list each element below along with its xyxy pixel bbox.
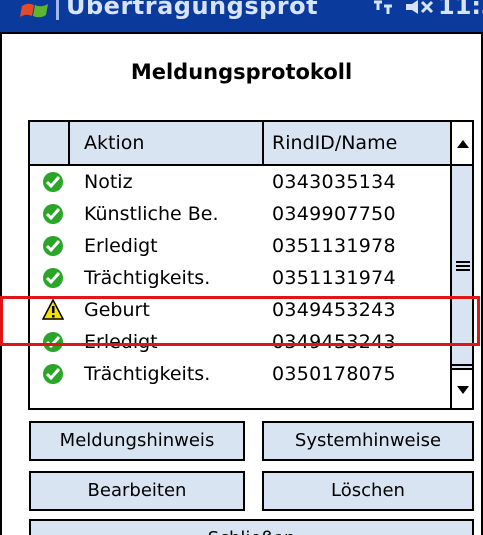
network-icon[interactable] bbox=[372, 0, 394, 20]
check-ok-icon bbox=[43, 268, 63, 288]
row-aktion: Erledigt bbox=[84, 331, 158, 353]
column-header-rind[interactable]: RindID/Name bbox=[264, 122, 450, 164]
list-rows: Notiz 0343035134 Künstliche Be. 03499077… bbox=[30, 166, 450, 390]
row-aktion: Geburt bbox=[84, 299, 150, 321]
row-aktion: Künstliche Be. bbox=[84, 203, 219, 225]
grip-icon bbox=[456, 261, 470, 271]
arrow-up-icon bbox=[457, 140, 469, 148]
warning-icon bbox=[42, 299, 64, 320]
scrollbar-thumb[interactable] bbox=[452, 166, 472, 366]
row-rind-id: 0351131974 bbox=[272, 267, 396, 289]
check-ok-icon bbox=[43, 172, 63, 192]
window-title: Übertragungsprot bbox=[66, 0, 319, 20]
column-header-status[interactable] bbox=[30, 122, 70, 164]
list-header: Aktion RindID/Name bbox=[30, 122, 450, 166]
vertical-scrollbar[interactable] bbox=[450, 122, 472, 408]
message-log-list[interactable]: Aktion RindID/Name Notiz 0343035134 Küns… bbox=[28, 120, 474, 410]
volume-muted-icon[interactable] bbox=[404, 0, 438, 20]
list-row[interactable]: Geburt 0349453243 bbox=[30, 294, 450, 326]
clock-time[interactable]: 11:35 bbox=[438, 0, 483, 20]
row-rind-id: 0349453243 bbox=[272, 331, 396, 353]
row-rind-id: 0343035134 bbox=[272, 171, 396, 193]
list-row[interactable]: Trächtigkeits. 0351131974 bbox=[30, 262, 450, 294]
check-ok-icon bbox=[43, 332, 63, 352]
frame-left-edge bbox=[0, 34, 2, 535]
title-bar: Übertragungsprot 11:35 bbox=[0, 0, 483, 34]
list-row[interactable]: Künstliche Be. 0349907750 bbox=[30, 198, 450, 230]
row-rind-id: 0349453243 bbox=[272, 299, 396, 321]
loeschen-button[interactable]: Löschen bbox=[262, 471, 474, 511]
windows-logo-icon[interactable] bbox=[20, 0, 50, 26]
check-ok-icon bbox=[43, 236, 63, 256]
scroll-up-button[interactable] bbox=[452, 122, 472, 166]
list-row[interactable]: Erledigt 0351131978 bbox=[30, 230, 450, 262]
row-aktion: Erledigt bbox=[84, 235, 158, 257]
list-row[interactable]: Erledigt 0349453243 bbox=[30, 326, 450, 358]
column-header-aktion[interactable]: Aktion bbox=[70, 122, 264, 164]
systemhinweise-button[interactable]: Systemhinweise bbox=[262, 421, 474, 461]
row-rind-id: 0350178075 bbox=[272, 363, 396, 385]
list-row[interactable]: Notiz 0343035134 bbox=[30, 166, 450, 198]
schliessen-button[interactable]: Schließen bbox=[29, 519, 474, 535]
page-title: Meldungsprotokoll bbox=[130, 60, 353, 84]
row-rind-id: 0349907750 bbox=[272, 203, 396, 225]
row-rind-id: 0351131978 bbox=[272, 235, 396, 257]
arrow-down-icon bbox=[457, 386, 469, 394]
bearbeiten-button[interactable]: Bearbeiten bbox=[29, 471, 245, 511]
meldungshinweis-button[interactable]: Meldungshinweis bbox=[29, 421, 245, 461]
row-aktion: Trächtigkeits. bbox=[84, 363, 211, 385]
row-aktion: Trächtigkeits. bbox=[84, 267, 211, 289]
check-ok-icon bbox=[43, 364, 63, 384]
scroll-down-button[interactable] bbox=[452, 368, 472, 408]
title-divider bbox=[56, 0, 59, 20]
check-ok-icon bbox=[43, 204, 63, 224]
list-row[interactable]: Trächtigkeits. 0350178075 bbox=[30, 358, 450, 390]
row-aktion: Notiz bbox=[84, 171, 133, 193]
